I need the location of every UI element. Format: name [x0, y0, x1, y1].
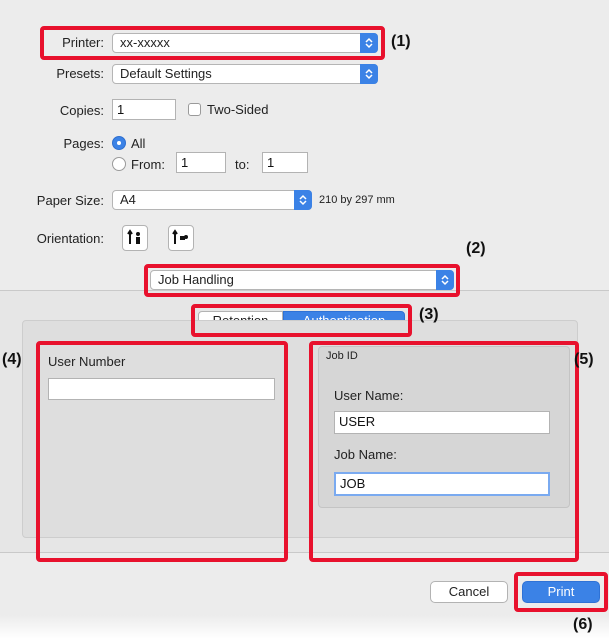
pages-label: Pages: — [63, 136, 104, 151]
cancel-button[interactable]: Cancel — [430, 581, 508, 603]
pages-all-radio[interactable] — [112, 136, 126, 150]
page-fade — [0, 615, 609, 639]
pages-from-radio[interactable] — [112, 157, 126, 171]
callout-6: (6) — [573, 616, 593, 633]
job-name-field[interactable]: JOB — [334, 472, 550, 496]
user-name-label: User Name: — [334, 388, 404, 403]
pages-from-label: From: — [131, 157, 165, 172]
print-button[interactable]: Print — [522, 581, 600, 603]
popup-arrows-icon — [436, 270, 454, 290]
printer-popup[interactable]: xx-xxxxx — [112, 33, 378, 53]
two-sided-checkbox[interactable] — [188, 103, 201, 116]
paper-size-value: A4 — [120, 192, 136, 207]
portrait-icon — [127, 229, 140, 244]
two-sided-label: Two-Sided — [207, 102, 269, 117]
divider — [0, 290, 609, 291]
user-name-field[interactable]: USER — [334, 411, 550, 434]
job-name-label: Job Name: — [334, 447, 397, 462]
presets-value: Default Settings — [120, 66, 212, 81]
pages-to-label: to: — [235, 157, 250, 172]
divider — [0, 552, 609, 553]
popup-arrows-icon — [360, 64, 378, 84]
pages-to-field[interactable]: 1 — [262, 152, 308, 173]
portrait-orientation-button[interactable] — [122, 225, 148, 251]
paper-size-popup[interactable]: A4 — [112, 190, 312, 210]
copies-field[interactable]: 1 — [112, 99, 176, 120]
callout-4: (4) — [2, 351, 22, 368]
callout-3: (3) — [419, 306, 439, 323]
paper-dimensions: 210 by 297 mm — [319, 194, 395, 206]
pages-all-label: All — [131, 136, 146, 151]
panel-selector-value: Job Handling — [158, 272, 234, 287]
callout-2: (2) — [466, 240, 486, 257]
landscape-orientation-button[interactable] — [168, 225, 194, 251]
panel-selector-popup[interactable]: Job Handling — [150, 270, 454, 290]
pages-from-field[interactable]: 1 — [176, 152, 226, 173]
presets-label: Presets: — [56, 66, 104, 81]
popup-arrows-icon — [294, 190, 312, 210]
callout-1: (1) — [391, 33, 411, 50]
landscape-icon — [172, 229, 188, 244]
user-number-field[interactable] — [48, 378, 275, 400]
job-id-title: Job ID — [326, 350, 358, 362]
presets-popup[interactable]: Default Settings — [112, 64, 378, 84]
callout-5: (5) — [574, 351, 594, 368]
printer-label: Printer: — [62, 35, 104, 50]
copies-label: Copies: — [59, 103, 104, 118]
printer-value: xx-xxxxx — [120, 35, 170, 50]
orientation-label: Orientation: — [36, 231, 104, 246]
paper-size-label: Paper Size: — [36, 193, 104, 208]
popup-arrows-icon — [360, 33, 378, 53]
user-number-label: User Number — [48, 354, 126, 369]
